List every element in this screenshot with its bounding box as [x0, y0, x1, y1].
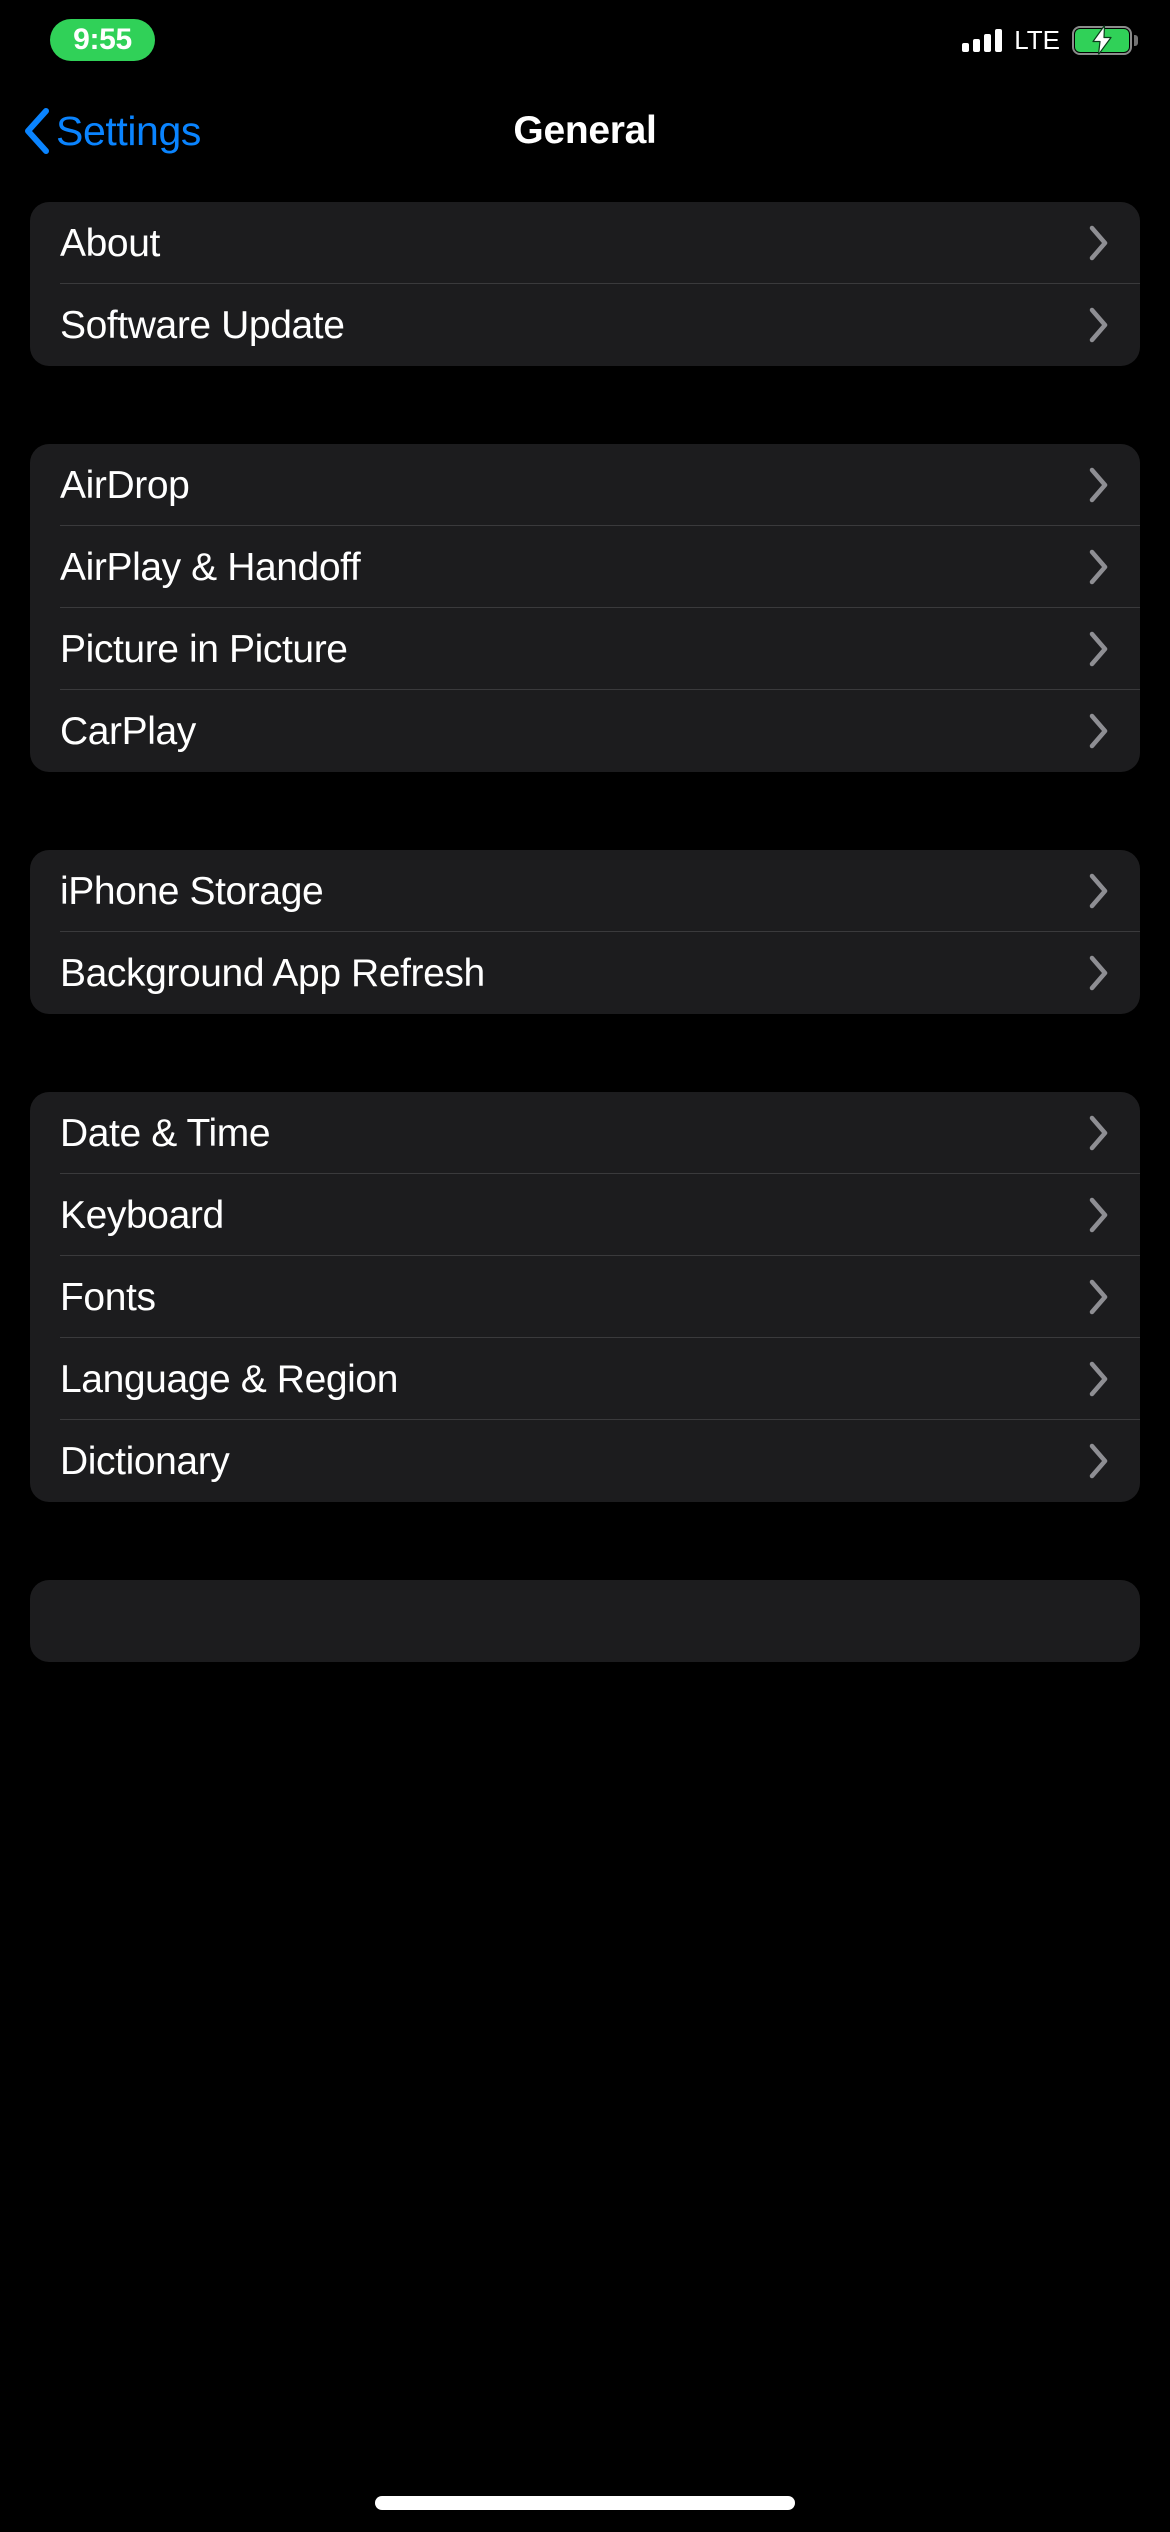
chevron-right-icon	[1089, 307, 1108, 343]
settings-row-language-region[interactable]: Language & Region	[30, 1338, 1140, 1420]
settings-row-picture-in-picture[interactable]: Picture in Picture	[30, 608, 1140, 690]
settings-row-label: Software Update	[60, 303, 345, 347]
settings-group	[30, 1580, 1140, 1662]
chevron-right-icon	[1089, 549, 1108, 585]
chevron-right-icon	[1089, 1443, 1108, 1479]
settings-row-about[interactable]: About	[30, 202, 1140, 284]
settings-row-fonts[interactable]: Fonts	[30, 1256, 1140, 1338]
settings-general-screen: 9:55 LTE Settings General About Software…	[0, 0, 1170, 2532]
cellular-signal-icon	[962, 28, 1003, 52]
settings-row-dictionary[interactable]: Dictionary	[30, 1420, 1140, 1502]
settings-group: iPhone Storage Background App Refresh	[30, 850, 1140, 1014]
settings-row-date-time[interactable]: Date & Time	[30, 1092, 1140, 1174]
chevron-right-icon	[1089, 1115, 1108, 1151]
settings-row-label: Fonts	[60, 1275, 156, 1319]
settings-row-airplay-handoff[interactable]: AirPlay & Handoff	[30, 526, 1140, 608]
settings-row-label: About	[60, 221, 160, 265]
chevron-right-icon	[1089, 873, 1108, 909]
settings-row-label: Dictionary	[60, 1439, 230, 1483]
settings-row-background-app-refresh[interactable]: Background App Refresh	[30, 932, 1140, 1014]
chevron-right-icon	[1089, 1197, 1108, 1233]
lightning-bolt-icon	[1092, 25, 1112, 55]
settings-row-label: Background App Refresh	[60, 951, 485, 995]
navigation-bar: Settings General	[0, 92, 1170, 170]
settings-row-label: iPhone Storage	[60, 869, 324, 913]
status-bar-indicators: LTE	[962, 22, 1138, 58]
settings-row-label: Picture in Picture	[60, 627, 348, 671]
settings-row-label: AirDrop	[60, 463, 190, 507]
chevron-right-icon	[1089, 955, 1108, 991]
chevron-right-icon	[1089, 713, 1108, 749]
status-bar-time: 9:55	[73, 23, 132, 56]
settings-group: Date & Time Keyboard Fonts Language & Regio…	[30, 1092, 1140, 1502]
settings-row-iphone-storage[interactable]: iPhone Storage	[30, 850, 1140, 932]
network-type-label: LTE	[1014, 25, 1060, 55]
chevron-right-icon	[1089, 1279, 1108, 1315]
settings-row-airdrop[interactable]: AirDrop	[30, 444, 1140, 526]
settings-row-label: Language & Region	[60, 1357, 398, 1401]
battery-charging-icon	[1072, 25, 1138, 55]
settings-row-software-update[interactable]: Software Update	[30, 284, 1140, 366]
chevron-right-icon	[1089, 467, 1108, 503]
settings-row-carplay[interactable]: CarPlay	[30, 690, 1140, 772]
settings-row-label: CarPlay	[60, 709, 196, 753]
settings-list: About Software Update AirDrop AirPlay & Han…	[0, 202, 1170, 1740]
settings-row-label: Keyboard	[60, 1193, 224, 1237]
status-bar: 9:55 LTE	[0, 0, 1170, 80]
status-bar-time-pill[interactable]: 9:55	[50, 19, 155, 61]
chevron-right-icon	[1089, 631, 1108, 667]
chevron-right-icon	[1089, 225, 1108, 261]
settings-row-label: Date & Time	[60, 1111, 271, 1155]
home-indicator[interactable]	[375, 2496, 795, 2510]
settings-group: About Software Update	[30, 202, 1140, 366]
settings-row-keyboard[interactable]: Keyboard	[30, 1174, 1140, 1256]
page-title: General	[513, 109, 657, 152]
settings-group: AirDrop AirPlay & Handoff Picture in Pictu…	[30, 444, 1140, 772]
settings-row-label: AirPlay & Handoff	[60, 545, 361, 589]
chevron-right-icon	[1089, 1361, 1108, 1397]
